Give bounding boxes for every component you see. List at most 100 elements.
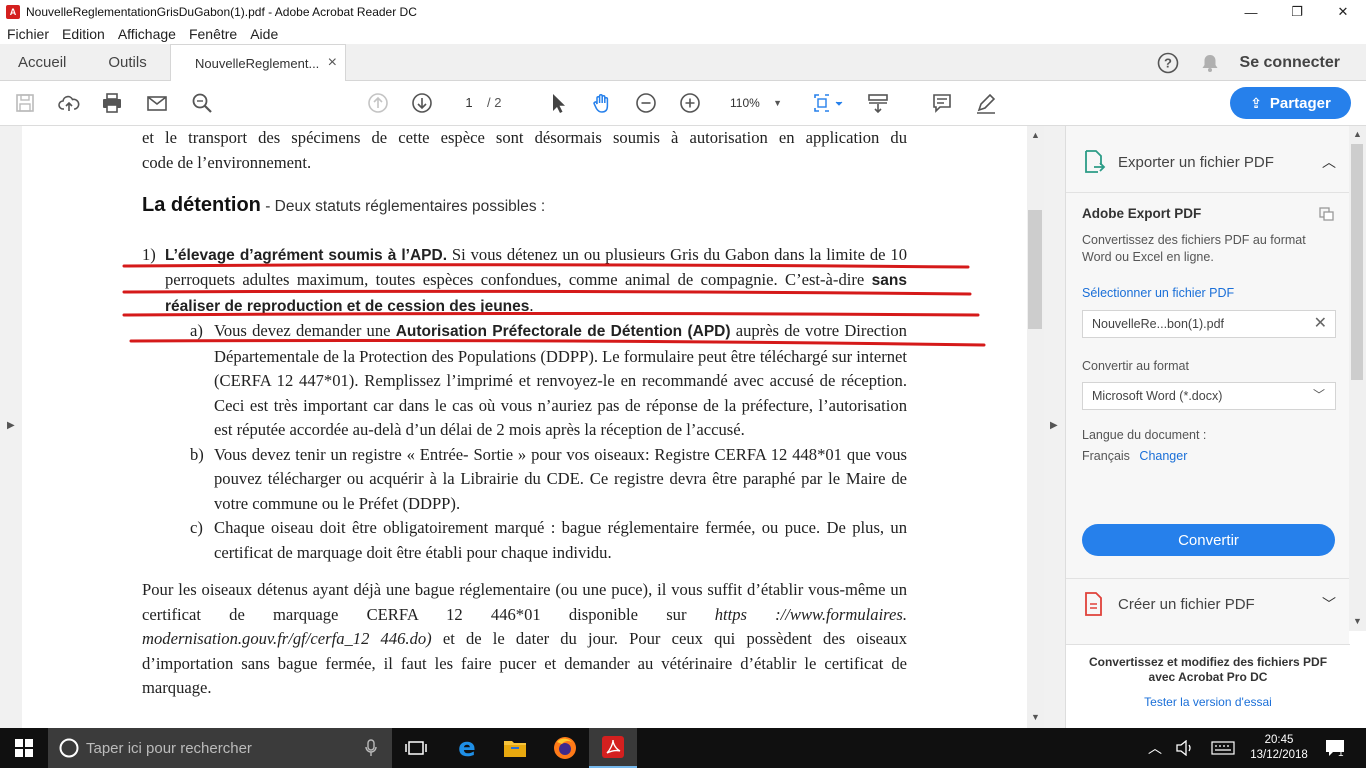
page-fit-icon[interactable] (812, 91, 846, 115)
divider (1066, 192, 1350, 193)
service-description: Convertissez des fichiers PDF au format … (1082, 233, 1306, 264)
windows-start-icon[interactable] (0, 728, 48, 768)
menu-edition[interactable]: Edition (62, 26, 105, 42)
item-c-text: Chaque oiseau doit être obligatoirement … (214, 518, 907, 562)
tab-bar-right: ? Se connecter (1156, 44, 1366, 81)
tab-close-icon[interactable]: × (328, 54, 337, 72)
closing-paragraph: Pour les oiseaux détenus ayant déjà une … (142, 578, 907, 701)
next-page-icon[interactable] (410, 91, 434, 115)
chevron-down-icon[interactable]: ﹀ (1322, 594, 1336, 614)
tab-home[interactable]: Accueil (0, 54, 84, 71)
promo-text: Convertissez et modifiez des fichiers PD… (1088, 655, 1328, 684)
tools-pane: Exporter un fichier PDF ︿ Adobe Export P… (1065, 126, 1350, 728)
page-total: / 2 (487, 95, 502, 110)
document-scrollbar[interactable]: ▲ ▼ (1027, 126, 1044, 728)
page-text: et le transport des spécimens de cette e… (142, 126, 907, 701)
create-pdf-header[interactable]: Créer un fichier PDF ﹀ (1082, 584, 1336, 624)
acrobat-taskbar-icon[interactable] (589, 728, 637, 768)
language-value: Français (1082, 449, 1130, 463)
edge-browser-icon[interactable]: e (443, 728, 491, 768)
taskbar: Taper ici pour rechercher e ︿ 20:45 13/1… (0, 728, 1366, 768)
promo-box: Convertissez et modifiez des fichiers PD… (1066, 644, 1350, 728)
selected-file-field[interactable]: NouvelleRe...bon(1).pdf ✕ (1082, 310, 1336, 338)
tools-pane-scrollbar[interactable]: ▲ ▼ (1349, 126, 1366, 631)
export-pdf-title: Exporter un fichier PDF (1118, 153, 1274, 171)
menu-fenetre[interactable]: Fenêtre (189, 26, 237, 42)
upload-cloud-icon[interactable] (57, 91, 81, 115)
list-item-b: b) Vous devez tenir un registre « Entrée… (142, 443, 907, 517)
export-pdf-header[interactable]: Exporter un fichier PDF ︿ (1082, 142, 1336, 182)
document-viewport: ▶ et le transport des spécimens de cette… (0, 126, 1065, 728)
share-icon: ⇪ (1250, 94, 1262, 111)
signin-link[interactable]: Se connecter (1240, 54, 1340, 72)
title-bar: A NouvelleReglementationGrisDuGabon(1).p… (0, 0, 1366, 24)
minimize-button[interactable]: — (1228, 0, 1274, 24)
language-label: Langue du document : (1082, 428, 1207, 442)
scroll-up-icon[interactable]: ▲ (1031, 130, 1040, 140)
pen-highlight-icon[interactable] (974, 91, 998, 115)
menu-aide[interactable]: Aide (250, 26, 278, 42)
keyboard-icon[interactable] (1208, 728, 1238, 768)
clear-file-icon[interactable]: ✕ (1314, 311, 1327, 337)
trial-link[interactable]: Tester la version d'essai (1066, 695, 1350, 709)
menu-fichier[interactable]: Fichier (7, 26, 49, 42)
share-button[interactable]: ⇪ Partager (1230, 87, 1351, 119)
item1-end: . (529, 295, 534, 315)
chevron-down-icon: ▼ (773, 98, 782, 108)
firefox-icon[interactable] (541, 728, 589, 768)
section-subheading: - Deux statuts réglementaires possibles … (260, 198, 546, 215)
page-number-input[interactable]: 1 (455, 92, 483, 114)
print-icon[interactable] (100, 91, 124, 115)
maximize-button[interactable]: ❐ (1274, 0, 1320, 24)
change-language-link[interactable]: Changer (1139, 449, 1187, 463)
left-panel-toggle[interactable]: ▶ (0, 126, 22, 728)
clock[interactable]: 20:45 13/12/2018 (1244, 728, 1314, 768)
scroll-down-icon[interactable]: ▼ (1353, 616, 1362, 626)
save-icon[interactable] (13, 91, 37, 115)
file-explorer-icon[interactable] (491, 728, 539, 768)
search-icon[interactable] (190, 91, 214, 115)
intro-line2: code de l’environnement. (142, 152, 312, 172)
previous-page-icon[interactable] (366, 91, 390, 115)
item-b-text: Vous devez tenir un registre « Entrée- S… (214, 444, 907, 513)
microphone-icon[interactable] (364, 739, 378, 757)
scrollbar-thumb[interactable] (1028, 210, 1042, 329)
scroll-down-icon[interactable]: ▼ (1031, 712, 1040, 722)
right-pane-toggle[interactable]: ▶ (1044, 126, 1065, 728)
menu-affichage[interactable]: Affichage (118, 26, 176, 42)
tab-document[interactable]: NouvelleReglement... × (170, 44, 346, 81)
copy-icon[interactable] (1318, 206, 1336, 222)
convert-button[interactable]: Convertir (1082, 524, 1335, 556)
section-heading: La détention (142, 194, 261, 216)
zoom-out-icon[interactable] (634, 91, 658, 115)
scroll-up-icon[interactable]: ▲ (1353, 129, 1362, 139)
list-item-1: 1) L’élevage d’agrément soumis à l’APD. … (142, 243, 907, 320)
close-window-button[interactable]: ✕ (1320, 0, 1366, 24)
volume-icon[interactable] (1172, 728, 1198, 768)
zoom-in-icon[interactable] (678, 91, 702, 115)
item-a-text1: Vous devez demander une (214, 321, 396, 340)
bell-icon[interactable] (1198, 51, 1222, 75)
email-icon[interactable] (145, 91, 169, 115)
tab-tools[interactable]: Outils (84, 54, 164, 71)
hand-tool-icon[interactable] (590, 91, 614, 115)
acrobat-app-icon: A (6, 5, 20, 19)
scroll-mode-icon[interactable] (866, 91, 890, 115)
clock-date: 13/12/2018 (1250, 749, 1308, 761)
scrollbar-thumb[interactable] (1351, 144, 1363, 380)
format-value: Microsoft Word (*.docx) (1092, 389, 1223, 403)
taskbar-search[interactable]: Taper ici pour rechercher (48, 728, 392, 768)
task-view-icon[interactable] (394, 728, 438, 768)
chevron-down-icon: ﹀ (1312, 388, 1325, 402)
help-icon[interactable]: ? (1156, 51, 1180, 75)
select-file-link[interactable]: Sélectionner un fichier PDF (1082, 286, 1234, 300)
notification-center-icon[interactable]: 1 (1320, 728, 1350, 768)
select-cursor-icon[interactable] (546, 91, 570, 115)
zoom-select[interactable]: 110% ▼ (722, 92, 784, 114)
share-label: Partager (1269, 94, 1331, 112)
chevron-up-icon[interactable]: ︿ (1143, 728, 1167, 768)
pdf-page: et le transport des spécimens de cette e… (22, 126, 1027, 728)
comment-icon[interactable] (930, 91, 954, 115)
chevron-up-icon[interactable]: ︿ (1322, 152, 1336, 172)
format-select[interactable]: Microsoft Word (*.docx) ﹀ (1082, 382, 1336, 410)
